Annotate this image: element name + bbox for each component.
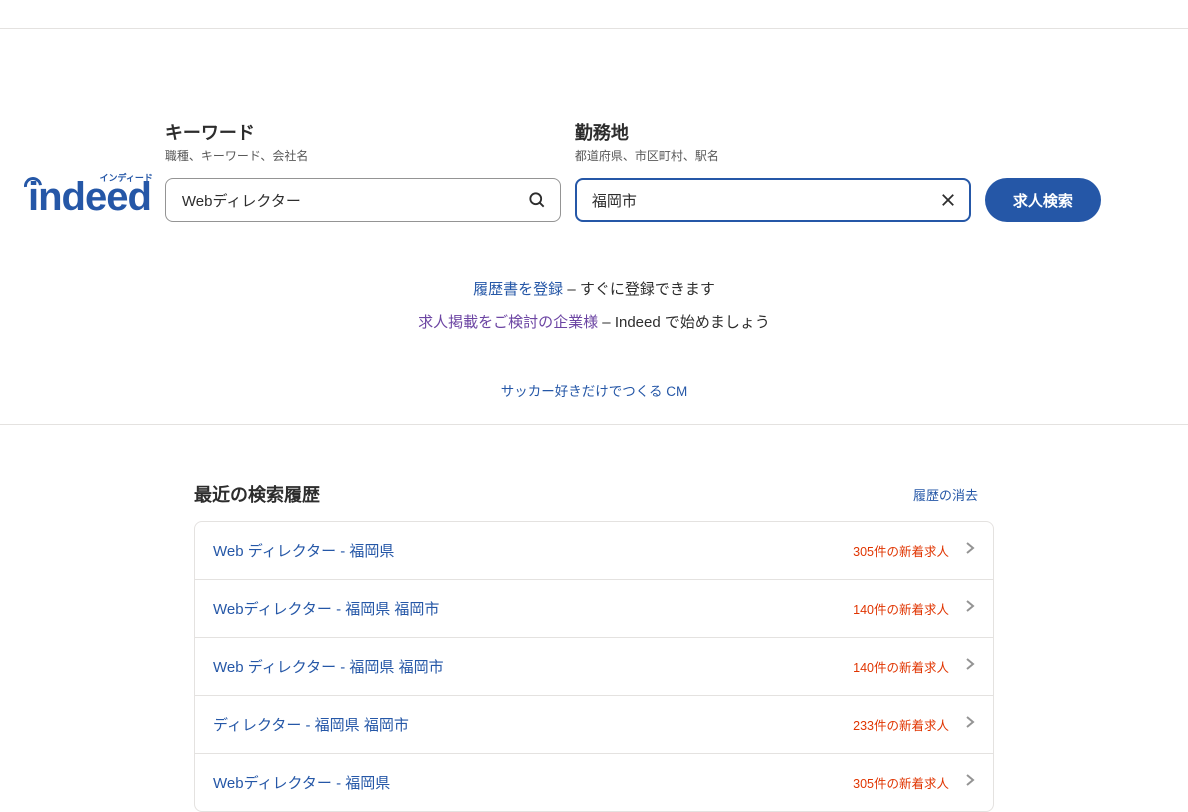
recent-title: 最近の検索履歴 [194, 481, 320, 507]
promo-employer-line: 求人掲載をご検討の企業様 – Indeed で始めましょう [0, 311, 1188, 332]
recent-header: 最近の検索履歴 履歴の消去 [194, 481, 994, 521]
logo-subtitle: インディード [100, 171, 153, 184]
employer-link[interactable]: 求人掲載をご検討の企業様 [418, 314, 598, 331]
recent-count: 233件の新着求人 [853, 715, 949, 734]
recent-query: ディレクター - 福岡県 福岡市 [213, 714, 409, 735]
recent-query: Webディレクター - 福岡県 福岡市 [213, 598, 439, 619]
chevron-right-icon [965, 657, 975, 676]
recent-count: 140件の新着求人 [853, 657, 949, 676]
location-input[interactable] [575, 178, 971, 222]
location-label: 勤務地 [575, 119, 971, 145]
location-sublabel: 都道府県、市区町村、駅名 [575, 147, 971, 164]
promo-cm-line: サッカー好きだけでつくる CM [0, 380, 1188, 400]
search-button[interactable]: 求人検索 [985, 178, 1101, 222]
search-fields: キーワード 職種、キーワード、会社名 勤務地 都道府県、市区町村、駅名 [165, 119, 1101, 222]
recent-query: Web ディレクター - 福岡県 福岡市 [213, 656, 444, 677]
search-icon[interactable] [527, 190, 547, 210]
chevron-right-icon [965, 599, 975, 618]
keyword-sublabel: 職種、キーワード、会社名 [165, 147, 561, 164]
chevron-right-icon [965, 541, 975, 560]
search-section: indeed インディード キーワード 職種、キーワード、会社名 勤務地 都道府… [0, 29, 1188, 222]
recent-count: 305件の新着求人 [853, 773, 949, 792]
location-input-wrap [575, 178, 971, 222]
resume-upload-link[interactable]: 履歴書を登録 [473, 281, 563, 298]
recent-query: Webディレクター - 福岡県 [213, 772, 390, 793]
recent-item[interactable]: Webディレクター - 福岡県 福岡市 140件の新着求人 [195, 580, 993, 638]
keyword-field-group: キーワード 職種、キーワード、会社名 [165, 119, 561, 222]
cm-link[interactable]: サッカー好きだけでつくる CM [501, 384, 687, 399]
location-field-group: 勤務地 都道府県、市区町村、駅名 [575, 119, 971, 222]
recent-query: Web ディレクター - 福岡県 [213, 540, 394, 561]
logo[interactable]: indeed インディード [28, 175, 151, 222]
recent-item[interactable]: Web ディレクター - 福岡県 福岡市 140件の新着求人 [195, 638, 993, 696]
promo-resume-line: 履歴書を登録 – すぐに登録できます [0, 278, 1188, 299]
keyword-label: キーワード [165, 119, 561, 145]
keyword-input-wrap [165, 178, 561, 222]
recent-list: Web ディレクター - 福岡県 305件の新着求人 Webディレクター - 福… [194, 521, 994, 812]
chevron-right-icon [965, 715, 975, 734]
keyword-input[interactable] [165, 178, 561, 222]
recent-item[interactable]: Web ディレクター - 福岡県 305件の新着求人 [195, 522, 993, 580]
resume-upload-suffix: – すぐに登録できます [563, 281, 715, 298]
chevron-right-icon [965, 773, 975, 792]
recent-count: 140件の新着求人 [853, 599, 949, 618]
clear-icon[interactable] [939, 191, 957, 209]
promo-links: 履歴書を登録 – すぐに登録できます 求人掲載をご検討の企業様 – Indeed… [0, 278, 1188, 400]
recent-item[interactable]: Webディレクター - 福岡県 305件の新着求人 [195, 754, 993, 811]
clear-history-link[interactable]: 履歴の消去 [913, 485, 978, 504]
recent-count: 305件の新着求人 [853, 541, 949, 560]
recent-section: 最近の検索履歴 履歴の消去 Web ディレクター - 福岡県 305件の新着求人… [194, 425, 994, 812]
employer-suffix: – Indeed で始めましょう [598, 314, 770, 331]
recent-item[interactable]: ディレクター - 福岡県 福岡市 233件の新着求人 [195, 696, 993, 754]
